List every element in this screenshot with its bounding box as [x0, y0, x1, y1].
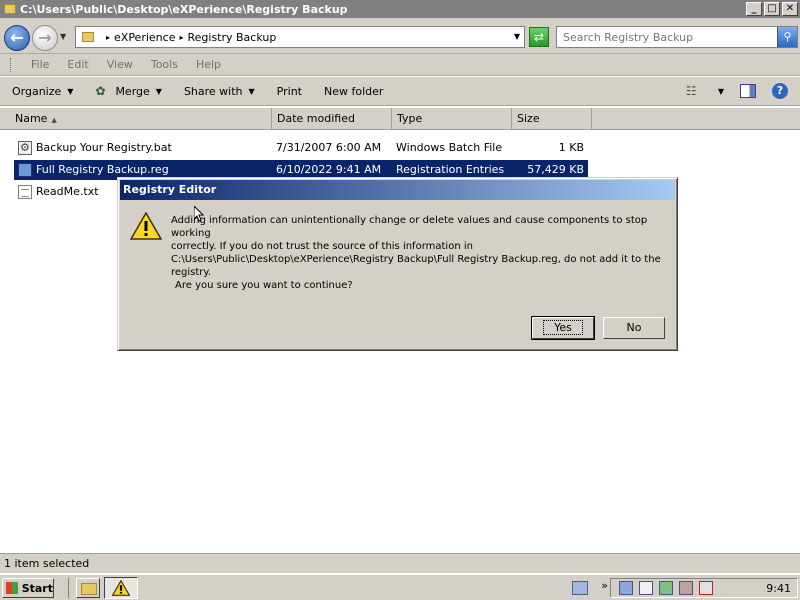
address-dropdown-icon[interactable]: ▼	[514, 32, 520, 41]
warning-icon	[112, 580, 130, 596]
command-bar: Organize ▼ ✿ Merge ▼ Share with ▼ Print …	[0, 77, 800, 106]
dialog-title[interactable]: Registry Editor	[120, 180, 675, 200]
search-box[interactable]: ⚲	[556, 26, 798, 48]
status-bar: 1 item selected	[0, 553, 800, 573]
menu-help[interactable]: Help	[196, 58, 221, 71]
menu-view[interactable]: View	[107, 58, 133, 71]
file-name: Backup Your Registry.bat	[36, 141, 172, 154]
views-icon[interactable]: ☷	[686, 84, 702, 98]
registry-editor-dialog: Registry Editor Adding information can u…	[117, 177, 678, 351]
address-bar[interactable]: ▸ eXPerience ▸ Registry Backup ▼	[75, 26, 525, 48]
clock[interactable]: 9:41	[766, 582, 791, 595]
system-tray: 9:41	[610, 578, 798, 598]
yes-button[interactable]: Yes	[531, 316, 595, 340]
column-name[interactable]: Name ▲	[10, 108, 272, 130]
folder-icon	[82, 32, 94, 42]
document-icon[interactable]	[639, 581, 653, 595]
show-desktop-icon[interactable]	[572, 581, 588, 595]
yes-label: Yes	[543, 320, 583, 335]
back-button[interactable]: ←	[4, 25, 30, 51]
start-button[interactable]: Start	[2, 578, 54, 598]
chevron-right-icon[interactable]: ▸	[179, 33, 183, 42]
no-button[interactable]: No	[603, 317, 665, 339]
window-title: C:\Users\Public\Desktop\eXPerience\Regis…	[20, 2, 348, 16]
search-input[interactable]	[563, 30, 777, 44]
views-dropdown-icon[interactable]: ▼	[718, 87, 724, 96]
maximize-button[interactable]: □	[764, 2, 780, 16]
share-label: Share with	[183, 84, 243, 98]
column-size[interactable]: Size	[512, 108, 592, 130]
navigation-bar: ← → ▼ ▸ eXPerience ▸ Registry Backup ▼ ⇄…	[0, 18, 800, 54]
file-row[interactable]: Backup Your Registry.bat 7/31/2007 6:00 …	[14, 138, 588, 158]
column-headers: Name ▲ Date modified Type Size	[0, 108, 800, 130]
registry-editor-taskbar-button[interactable]	[104, 577, 138, 599]
explorer-taskbar-button[interactable]	[76, 578, 100, 598]
expand-tray-icon[interactable]: »	[601, 579, 608, 592]
new-folder-label: New folder	[323, 84, 384, 98]
column-date-modified[interactable]: Date modified	[272, 108, 392, 130]
file-date: 7/31/2007 6:00 AM	[276, 141, 382, 154]
dialog-question: Are you sure you want to continue?	[175, 280, 353, 291]
refresh-button[interactable]: ⇄	[529, 27, 549, 47]
taskbar: Start » 9:41	[0, 574, 800, 600]
merge-label: Merge	[115, 84, 150, 98]
organize-button[interactable]: Organize ▼	[12, 85, 73, 98]
dialog-message: Adding information can unintentionally c…	[171, 215, 661, 278]
menu-tools[interactable]: Tools	[151, 58, 178, 71]
minimize-button[interactable]: _	[746, 2, 762, 16]
toolbar-grip	[10, 57, 13, 72]
windows-logo-icon	[6, 582, 18, 594]
share-with-button[interactable]: Share with ▼	[184, 85, 255, 98]
folder-icon	[4, 4, 16, 14]
merge-button[interactable]: ✿ Merge ▼	[95, 84, 162, 98]
merge-icon: ✿	[95, 84, 106, 98]
preview-pane-icon[interactable]	[740, 84, 756, 98]
close-button[interactable]: ✕	[782, 2, 798, 16]
forward-button[interactable]: →	[32, 25, 58, 51]
print-label: Print	[276, 84, 302, 98]
recent-pages-dropdown-icon[interactable]: ▼	[60, 32, 66, 41]
chevron-down-icon: ▼	[248, 86, 255, 96]
new-folder-button[interactable]: New folder	[324, 85, 383, 98]
chevron-right-icon[interactable]: ▸	[106, 33, 110, 42]
text-file-icon	[18, 185, 32, 199]
chevron-down-icon: ▼	[155, 86, 162, 96]
column-name-label: Name	[15, 112, 48, 125]
column-date-label: Date modified	[277, 112, 355, 125]
security-icon[interactable]	[659, 581, 673, 595]
menu-file[interactable]: File	[31, 58, 49, 71]
column-type[interactable]: Type	[392, 108, 512, 130]
print-button[interactable]: Print	[277, 85, 302, 98]
registry-file-icon	[18, 163, 32, 177]
menu-edit[interactable]: Edit	[67, 58, 88, 71]
menu-bar: File Edit View Tools Help	[0, 54, 800, 76]
network-icon[interactable]	[619, 581, 633, 595]
help-icon[interactable]: ?	[772, 83, 788, 99]
warning-icon	[130, 212, 162, 240]
file-size: 1 KB	[558, 141, 584, 154]
device-icon[interactable]	[679, 581, 693, 595]
organize-label: Organize	[12, 84, 62, 98]
sort-ascending-icon: ▲	[51, 116, 57, 124]
breadcrumb-registry-backup[interactable]: Registry Backup	[187, 31, 276, 44]
column-size-label: Size	[517, 112, 540, 125]
batch-file-icon	[18, 138, 32, 158]
search-icon[interactable]: ⚲	[777, 27, 797, 47]
file-type: Windows Batch File	[396, 141, 503, 154]
file-name: ReadMe.txt	[36, 185, 99, 198]
volume-muted-icon[interactable]	[699, 581, 713, 595]
window-titlebar[interactable]: C:\Users\Public\Desktop\eXPerience\Regis…	[0, 0, 800, 18]
column-type-label: Type	[397, 112, 423, 125]
breadcrumb-experience[interactable]: eXPerience	[114, 31, 175, 44]
chevron-down-icon: ▼	[67, 86, 74, 96]
no-label: No	[626, 321, 642, 334]
mouse-cursor-icon	[194, 206, 204, 222]
start-label: Start	[21, 581, 53, 595]
